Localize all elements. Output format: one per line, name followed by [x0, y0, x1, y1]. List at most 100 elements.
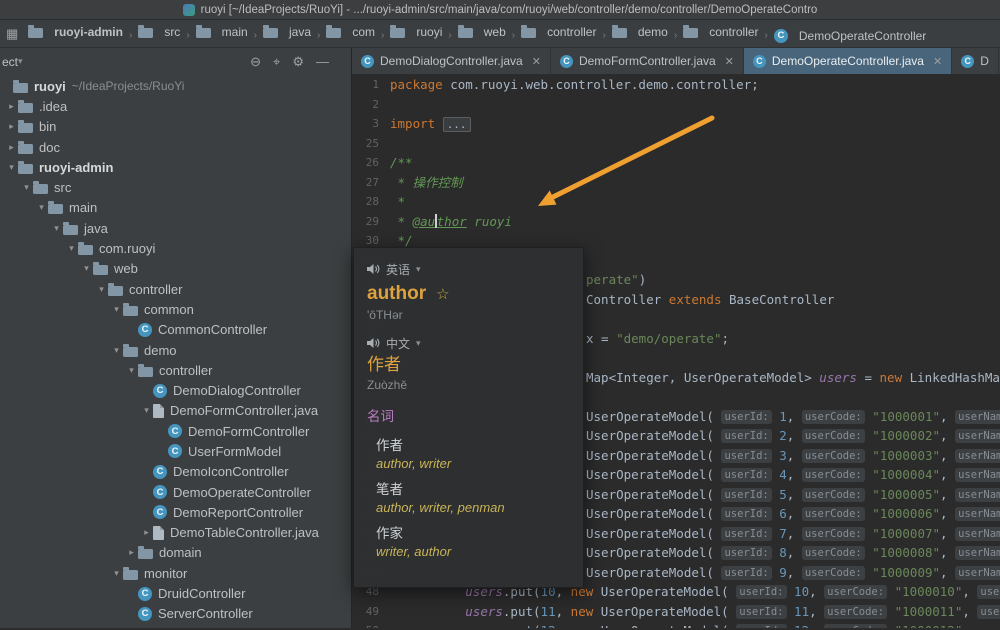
tree-item-DruidController[interactable]: CDruidController — [0, 583, 351, 603]
collapse-all-icon[interactable]: ⊖ — [250, 54, 261, 70]
expand-arrow-icon[interactable]: ▾ — [35, 202, 48, 213]
expand-arrow-icon[interactable]: ▾ — [125, 365, 138, 376]
expand-arrow-icon[interactable]: ▾ — [110, 304, 123, 315]
breadcrumb-item-demo[interactable]: demo — [610, 25, 670, 39]
expand-arrow-icon[interactable]: ▾ — [95, 284, 108, 295]
tree-item-doc[interactable]: ▸doc — [0, 137, 351, 157]
expand-arrow-icon[interactable]: ▾ — [50, 223, 63, 234]
expand-arrow-icon[interactable]: ▾ — [20, 182, 33, 193]
line-number[interactable]: 27 — [352, 173, 390, 193]
chevron-down-icon[interactable]: ▾ — [18, 56, 23, 67]
target-language-row[interactable]: 中文 ▾ — [367, 334, 570, 352]
folder-icon — [390, 28, 405, 38]
tree-item-DemoOperateController[interactable]: CDemoOperateController — [0, 482, 351, 502]
tree-item-DemoFormController.java[interactable]: ▾DemoFormController.java — [0, 401, 351, 421]
code-line[interactable]: 50 users.put(12, new UserOperateModel( u… — [352, 621, 1000, 628]
tree-item-label: controller — [129, 282, 182, 297]
tree-item-DemoDialogController[interactable]: CDemoDialogController — [0, 380, 351, 400]
breadcrumb-item-java[interactable]: java — [261, 25, 313, 39]
tree-item-DemoIconController[interactable]: CDemoIconController — [0, 462, 351, 482]
tree-item-demo[interactable]: ▾demo — [0, 340, 351, 360]
line-number[interactable]: 29 — [352, 212, 390, 232]
settings-icon[interactable]: ⚙ — [292, 54, 304, 70]
editor-tab-DemoDialogController.java[interactable]: CDemoDialogController.java✕ — [352, 48, 551, 74]
editor-tab-D[interactable]: CD — [952, 48, 999, 74]
tree-item-ServerController[interactable]: CServerController — [0, 604, 351, 624]
tree-item-web[interactable]: ▾web — [0, 259, 351, 279]
hide-icon[interactable]: — — [316, 54, 329, 69]
breadcrumb-item-ruoyi-admin[interactable]: ruoyi-admin — [26, 25, 125, 39]
line-number[interactable]: 50 — [352, 621, 390, 628]
expand-arrow-icon[interactable]: ▾ — [80, 263, 93, 274]
code-line[interactable]: 2 — [352, 95, 1000, 115]
tree-item-main[interactable]: ▾main — [0, 198, 351, 218]
expand-arrow-icon[interactable]: ▸ — [5, 101, 18, 112]
line-number[interactable]: 3 — [352, 114, 390, 134]
expand-arrow-icon[interactable]: ▸ — [5, 142, 18, 153]
code-line[interactable]: 1package com.ruoyi.web.controller.demo.c… — [352, 75, 1000, 95]
expand-arrow-icon[interactable]: ▸ — [5, 121, 18, 132]
tree-item-domain[interactable]: ▸domain — [0, 543, 351, 563]
breadcrumb-item-web[interactable]: web — [456, 25, 508, 39]
editor-tab-DemoFormController.java[interactable]: CDemoFormController.java✕ — [551, 48, 744, 74]
line-number[interactable]: 49 — [352, 602, 390, 622]
tree-item-monitor[interactable]: ▾monitor — [0, 563, 351, 583]
code-line[interactable]: 25 — [352, 134, 1000, 154]
tree-item-controller[interactable]: ▾controller — [0, 360, 351, 380]
code-line[interactable]: 29 * @author ruoyi — [352, 212, 1000, 232]
editor-tab-DemoOperateController.java[interactable]: CDemoOperateController.java✕ — [744, 48, 952, 74]
grid-icon[interactable]: ▦ — [6, 26, 18, 42]
expand-arrow-icon[interactable]: ▾ — [5, 162, 18, 173]
class-icon: C — [138, 323, 152, 337]
line-number[interactable]: 1 — [352, 75, 390, 95]
code-line[interactable]: 26/** — [352, 153, 1000, 173]
code-line[interactable]: 27 * 操作控制 — [352, 173, 1000, 193]
line-number[interactable]: 26 — [352, 153, 390, 173]
tree-item-common[interactable]: ▾common — [0, 299, 351, 319]
tree-item-ruoyi[interactable]: ruoyi~/IdeaProjects/RuoYi — [0, 76, 351, 96]
speaker-icon[interactable] — [367, 337, 380, 349]
tree-item-.idea[interactable]: ▸.idea — [0, 96, 351, 116]
source-language-row[interactable]: 英语 ▾ — [367, 260, 570, 278]
tree-item-controller[interactable]: ▾ controller — [0, 279, 351, 299]
line-number[interactable]: 28 — [352, 192, 390, 212]
breadcrumb-item-controller[interactable]: controller — [681, 25, 760, 39]
tree-item-DemoFormController[interactable]: CDemoFormController — [0, 421, 351, 441]
breadcrumb-item-main[interactable]: main — [194, 25, 250, 39]
breadcrumb-item-com[interactable]: com — [324, 25, 377, 39]
close-icon[interactable]: ✕ — [532, 55, 541, 68]
breadcrumb-item-ruoyi[interactable]: ruoyi — [388, 25, 444, 39]
tree-item-DemoReportController[interactable]: CDemoReportController — [0, 502, 351, 522]
breadcrumb-item-src[interactable]: src — [136, 25, 182, 39]
expand-arrow-icon[interactable]: ▾ — [65, 243, 78, 254]
breadcrumb-item-DemoOperateController[interactable]: CDemoOperateController — [772, 29, 928, 43]
code-line[interactable]: 3import ... — [352, 114, 1000, 134]
expand-arrow-icon[interactable]: ▾ — [110, 568, 123, 579]
expand-arrow-icon[interactable]: ▸ — [125, 547, 138, 558]
tree-item-UserFormModel[interactable]: CUserFormModel — [0, 441, 351, 461]
expand-arrow-icon[interactable]: ▸ — [140, 527, 153, 538]
favorite-star-icon[interactable]: ☆ — [436, 285, 449, 303]
breadcrumb-label: com — [352, 25, 375, 39]
tree-item-bin[interactable]: ▸bin — [0, 117, 351, 137]
line-number[interactable]: 25 — [352, 134, 390, 154]
folder-icon — [123, 347, 138, 357]
tree-item-DemoTableController.java[interactable]: ▸DemoTableController.java — [0, 523, 351, 543]
locate-icon[interactable]: ⌖ — [273, 54, 280, 70]
close-icon[interactable]: ✕ — [725, 55, 734, 68]
speaker-icon[interactable] — [367, 263, 380, 275]
expand-arrow-icon[interactable]: ▾ — [140, 405, 153, 416]
tree-item-com.ruoyi[interactable]: ▾com.ruoyi — [0, 238, 351, 258]
breadcrumb-item-controller[interactable]: controller — [519, 25, 598, 39]
code-line[interactable]: 49 users.put(11, new UserOperateModel( u… — [352, 602, 1000, 622]
tree-item-java[interactable]: ▾java — [0, 218, 351, 238]
expand-arrow-icon[interactable]: ▾ — [110, 345, 123, 356]
tree-item-CommonController[interactable]: CCommonController — [0, 320, 351, 340]
tree-item-ruoyi-admin[interactable]: ▾ruoyi-admin — [0, 157, 351, 177]
class-icon: C — [153, 485, 167, 499]
close-icon[interactable]: ✕ — [933, 55, 942, 68]
tree-item-src[interactable]: ▾src — [0, 177, 351, 197]
code-line[interactable]: 28 * — [352, 192, 1000, 212]
folder-icon — [123, 570, 138, 580]
line-number[interactable]: 2 — [352, 95, 390, 115]
